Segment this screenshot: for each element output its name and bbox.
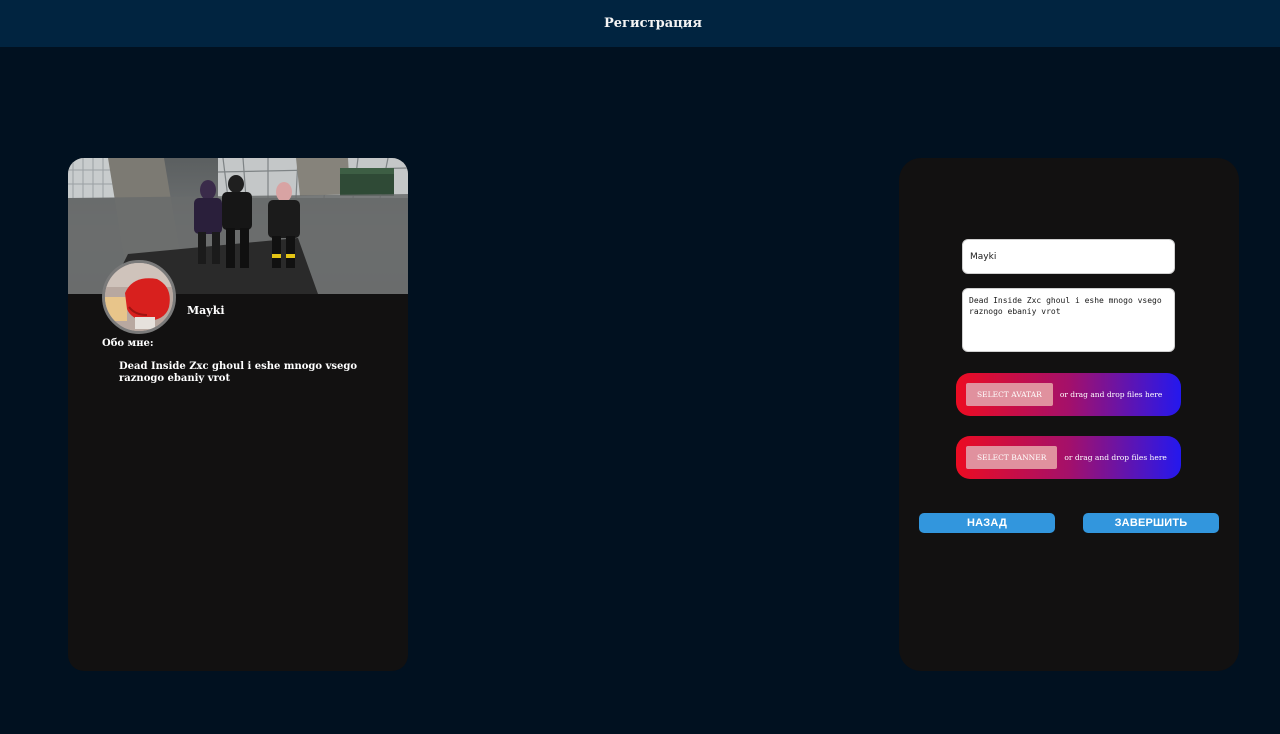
avatar-dropzone[interactable]: SELECT AVATAR or drag and drop files her… xyxy=(956,373,1181,416)
about-textarea[interactable]: Dead Inside Zxc ghoul i eshe mnogo vsego… xyxy=(962,288,1175,352)
page-title: Регистрация xyxy=(604,16,702,31)
select-banner-button[interactable]: SELECT BANNER xyxy=(966,446,1058,469)
about-text: Dead Inside Zxc ghoul i eshe mnogo vsego… xyxy=(119,361,358,384)
finish-button[interactable]: ЗАВЕРШИТЬ xyxy=(1083,513,1219,533)
banner-dropzone[interactable]: SELECT BANNER or drag and drop files her… xyxy=(956,436,1181,479)
banner-drop-hint: or drag and drop files here xyxy=(1064,453,1167,462)
profile-avatar xyxy=(102,260,176,334)
about-label: Обо мне: xyxy=(102,338,154,349)
select-avatar-button[interactable]: SELECT AVATAR xyxy=(966,383,1053,406)
profile-username: Mayki xyxy=(187,304,225,317)
avatar-drop-hint: or drag and drop files here xyxy=(1059,390,1163,399)
back-button[interactable]: НАЗАД xyxy=(919,513,1055,533)
username-input[interactable] xyxy=(962,239,1175,274)
registration-form-card: Dead Inside Zxc ghoul i eshe mnogo vsego… xyxy=(899,158,1239,671)
profile-preview-card: Mayki Обо мне: Dead Inside Zxc ghoul i e… xyxy=(68,158,408,671)
header-bar: Регистрация xyxy=(0,0,1280,47)
